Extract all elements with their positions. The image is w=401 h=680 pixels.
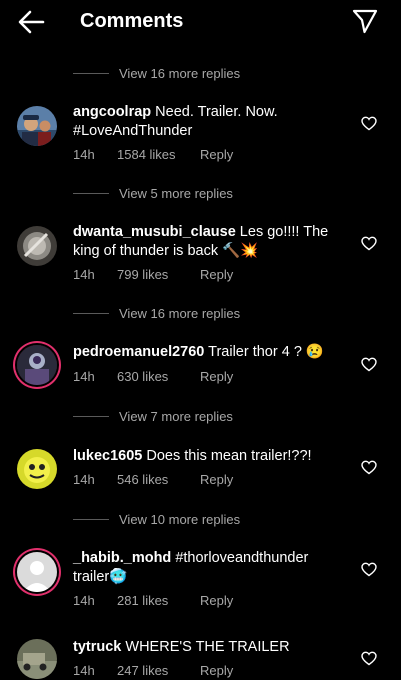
view-replies-label: View 5 more replies <box>119 185 233 201</box>
comment-username[interactable]: pedroemanuel2760 <box>73 344 204 360</box>
comment-text: dwanta_musubi_clause Les go!!!! The king… <box>73 223 345 261</box>
comment-likes[interactable]: 281 likes <box>117 593 200 608</box>
heart-icon[interactable] <box>361 651 377 666</box>
comment-text: pedroemanuel2760 Trailer thor 4 ? 😢 <box>73 343 345 362</box>
avatar[interactable] <box>17 639 57 679</box>
replies-divider <box>73 518 109 520</box>
send-icon[interactable] <box>351 7 379 35</box>
comment-meta: 14h 799 likes Reply <box>73 267 233 282</box>
comment-likes[interactable]: 247 likes <box>117 663 200 678</box>
replies-divider <box>73 312 109 314</box>
comment-meta: 14h 1584 likes Reply <box>73 147 233 162</box>
comment-likes[interactable]: 799 likes <box>117 267 200 282</box>
page-title: Comments <box>80 10 184 32</box>
avatar[interactable] <box>17 345 57 385</box>
comment-text: tytruck WHERE'S THE TRAILER <box>73 638 345 657</box>
comment-time: 14h <box>73 369 95 384</box>
view-replies-button[interactable]: View 16 more replies <box>73 63 240 83</box>
view-replies-button[interactable]: View 5 more replies <box>73 183 233 203</box>
comment-time: 14h <box>73 663 95 678</box>
comment-meta: 14h 546 likes Reply <box>73 472 233 487</box>
comment-meta: 14h 247 likes Reply <box>73 663 233 678</box>
heart-icon[interactable] <box>361 562 377 577</box>
reply-button[interactable]: Reply <box>200 267 233 282</box>
comment-meta: 14h 281 likes Reply <box>73 593 233 608</box>
replies-divider <box>73 72 109 74</box>
heart-icon[interactable] <box>361 236 377 251</box>
avatar[interactable] <box>17 106 57 146</box>
comment-likes[interactable]: 630 likes <box>117 369 200 384</box>
comment-text: lukec1605 Does this mean trailer!??! <box>73 447 345 466</box>
reply-button[interactable]: Reply <box>200 472 233 487</box>
comment-message: WHERE'S THE TRAILER <box>121 639 290 655</box>
comment-time: 14h <box>73 147 95 162</box>
comment-username[interactable]: _habib._mohd <box>73 550 171 566</box>
comment-time: 14h <box>73 472 95 487</box>
comment-time: 14h <box>73 267 95 282</box>
view-replies-label: View 10 more replies <box>119 511 241 527</box>
comment-likes[interactable]: 546 likes <box>117 472 200 487</box>
comment-username[interactable]: tytruck <box>73 639 121 655</box>
comment-username[interactable]: lukec1605 <box>73 448 142 464</box>
replies-divider <box>73 192 109 194</box>
reply-button[interactable]: Reply <box>200 369 233 384</box>
comment-likes[interactable]: 1584 likes <box>117 147 200 162</box>
avatar[interactable] <box>17 552 57 592</box>
comment-text: _habib._mohd #thorloveandthunder trailer… <box>73 549 345 587</box>
view-replies-button[interactable]: View 7 more replies <box>73 406 233 426</box>
back-arrow-icon[interactable] <box>16 8 46 36</box>
view-replies-label: View 16 more replies <box>119 65 241 81</box>
comment-message: Trailer thor 4 ? 😢 <box>204 344 324 360</box>
comment-message: Does this mean trailer!??! <box>142 448 312 464</box>
view-replies-label: View 7 more replies <box>119 408 233 424</box>
comment-username[interactable]: angcoolrap <box>73 104 151 120</box>
view-replies-label: View 16 more replies <box>119 305 241 321</box>
reply-button[interactable]: Reply <box>200 663 233 678</box>
heart-icon[interactable] <box>361 460 377 475</box>
comment-time: 14h <box>73 593 95 608</box>
view-replies-button[interactable]: View 16 more replies <box>73 303 240 323</box>
comment-text: angcoolrap Need. Trailer. Now. #LoveAndT… <box>73 103 345 141</box>
reply-button[interactable]: Reply <box>200 593 233 608</box>
comment-meta: 14h 630 likes Reply <box>73 369 233 384</box>
heart-icon[interactable] <box>361 357 377 372</box>
heart-icon[interactable] <box>361 116 377 131</box>
view-replies-button[interactable]: View 10 more replies <box>73 509 240 529</box>
avatar[interactable] <box>17 226 57 266</box>
header-bar: Comments <box>0 0 401 44</box>
replies-divider <box>73 415 109 417</box>
comment-username[interactable]: dwanta_musubi_clause <box>73 224 236 240</box>
avatar[interactable] <box>17 449 57 489</box>
reply-button[interactable]: Reply <box>200 147 233 162</box>
